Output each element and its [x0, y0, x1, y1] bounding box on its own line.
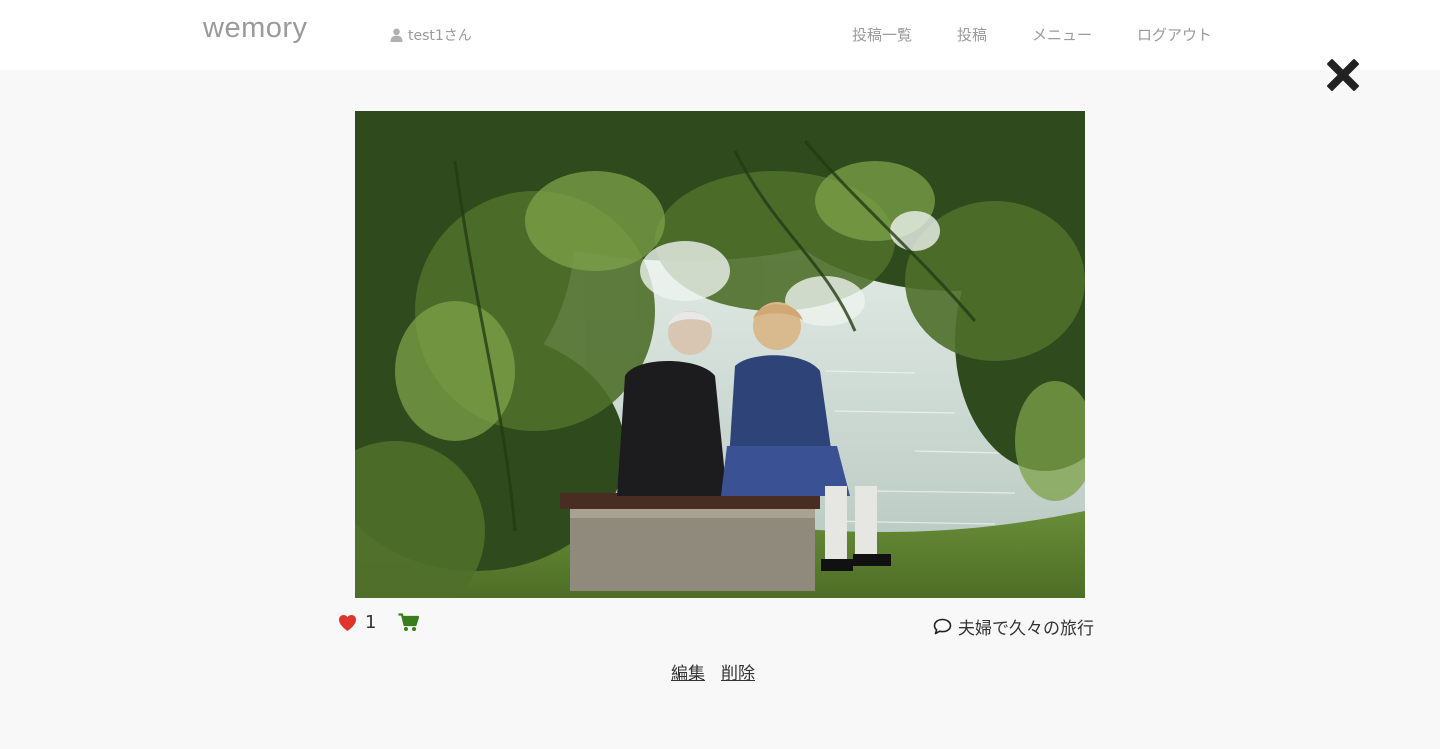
post-actions: 1	[338, 612, 420, 633]
heart-icon[interactable]	[338, 614, 357, 632]
site-header: wemory test1さん 投稿一覧 投稿 メニュー ログアウト	[0, 0, 1440, 70]
nav-post-list[interactable]: 投稿一覧	[852, 24, 912, 45]
edit-link[interactable]: 編集	[671, 659, 705, 684]
nav-logout[interactable]: ログアウト	[1137, 24, 1212, 45]
comment-icon	[933, 618, 952, 635]
user-icon	[390, 28, 403, 42]
nav-menu[interactable]: メニュー	[1032, 24, 1092, 45]
caption-text: 夫婦で久々の旅行	[958, 619, 1094, 639]
site-logo[interactable]: wemory	[203, 12, 308, 45]
delete-link[interactable]: 削除	[721, 659, 755, 684]
user-name: test1さん	[408, 28, 472, 44]
close-icon	[1327, 59, 1359, 91]
cart-icon[interactable]	[398, 613, 420, 632]
post-links: 編集 削除	[671, 659, 755, 684]
current-user: test1さん	[390, 25, 472, 45]
post-photo	[355, 111, 1085, 598]
like-count: 1	[365, 612, 377, 633]
post-caption: 夫婦で久々の旅行	[933, 614, 1094, 639]
nav-new-post[interactable]: 投稿	[957, 24, 987, 45]
close-button[interactable]	[1322, 54, 1364, 96]
main-nav: 投稿一覧 投稿 メニュー ログアウト	[852, 24, 1212, 45]
